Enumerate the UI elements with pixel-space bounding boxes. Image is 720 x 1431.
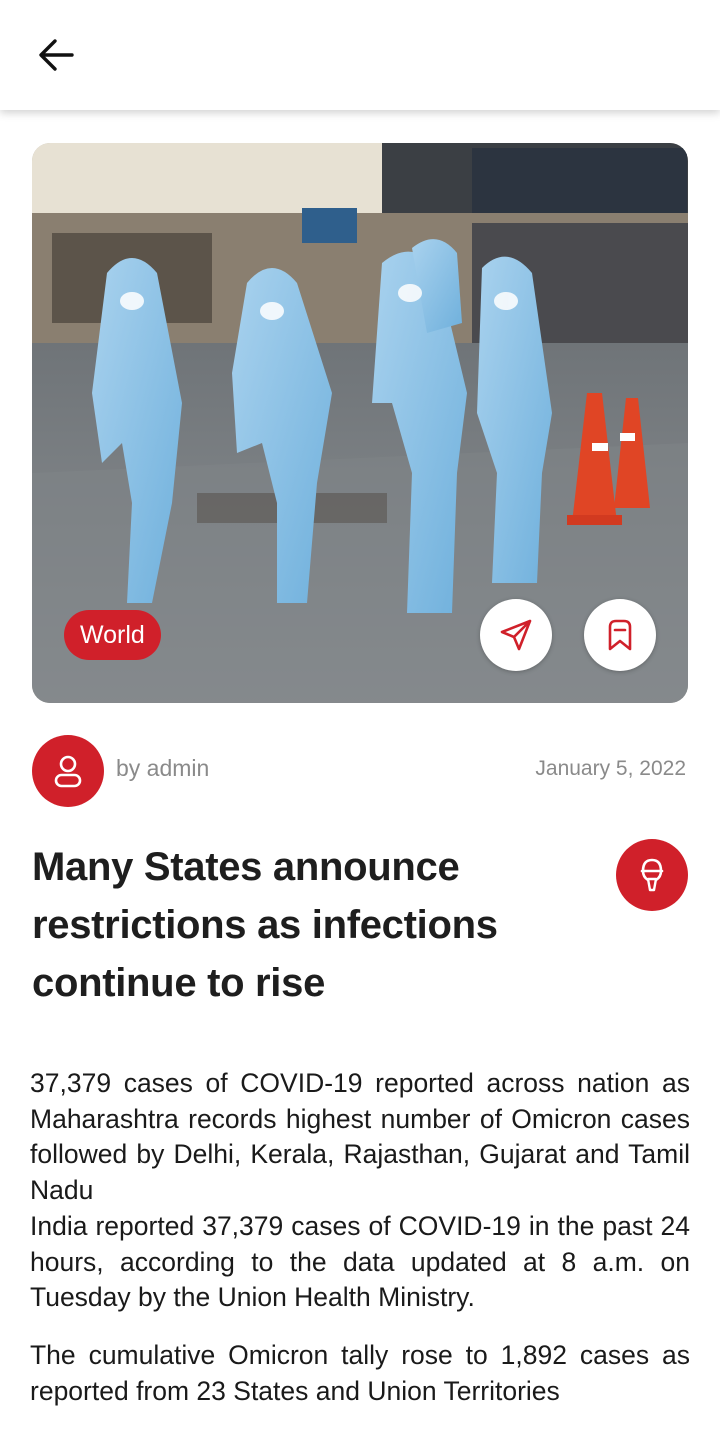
article-body: 37,379 cases of COVID-19 reported across…: [30, 1066, 690, 1431]
article-meta: by admin January 5, 2022: [32, 735, 688, 807]
article-lede: 37,379 cases of COVID-19 reported across…: [30, 1068, 690, 1206]
share-button[interactable]: [480, 599, 552, 671]
listen-button[interactable]: [616, 839, 688, 911]
back-button[interactable]: [30, 32, 82, 78]
podcast-icon: [640, 858, 664, 892]
article-sentence: India reported 37,379 cases of COVID-19 …: [30, 1210, 690, 1313]
author-name[interactable]: by admin: [116, 755, 209, 782]
author-avatar[interactable]: [32, 735, 104, 807]
publish-date: January 5, 2022: [535, 757, 686, 780]
bookmark-icon: [608, 619, 632, 651]
article-title: Many States announce restrictions as inf…: [32, 845, 498, 1005]
user-icon: [54, 755, 82, 788]
top-app-bar: [0, 0, 720, 110]
send-icon: [500, 619, 532, 651]
article-hero-image: World: [32, 143, 688, 703]
category-badge[interactable]: World: [64, 610, 161, 660]
article-paragraph: The cumulative Omicron tally rose to 1,8…: [30, 1339, 690, 1406]
arrow-left-icon: [39, 39, 74, 71]
bookmark-button[interactable]: [584, 599, 656, 671]
article-paragraph: 37,379 cases of COVID-19 reported across…: [30, 1066, 690, 1316]
